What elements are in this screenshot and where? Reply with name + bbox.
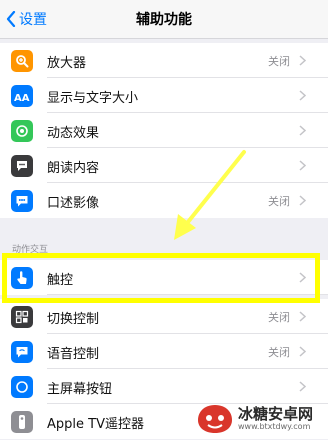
row-label: 放大器 (47, 56, 87, 71)
row-spoken-content[interactable]: 朗读内容 (0, 148, 328, 183)
touch-hand-icon (11, 267, 33, 289)
watermark-logo-icon (198, 405, 232, 433)
watermark-url: www.btxtdwy.com (238, 422, 311, 431)
row-value: 关闭 (268, 311, 290, 324)
row-value: 关闭 (268, 195, 290, 208)
switch-control-icon (11, 306, 33, 328)
section-header: 动作交互 (0, 218, 328, 258)
text-size-icon: AA (11, 85, 33, 107)
row-label: Apple TV遥控器 (47, 417, 144, 432)
chevron-right-icon (299, 381, 306, 392)
row-label: 触控 (47, 273, 74, 288)
chevron-right-icon (299, 195, 306, 206)
motion-icon (11, 120, 33, 142)
row-display-text-size[interactable]: AA 显示与文字大小 (0, 78, 328, 113)
row-value: 关闭 (268, 346, 290, 359)
row-value: 关闭 (268, 55, 290, 68)
chevron-right-icon (299, 160, 306, 171)
row-magnifier[interactable]: 放大器 关闭 (0, 43, 328, 78)
page-title: 辅助功能 (136, 12, 192, 28)
navigation-bar: 设置 辅助功能 (0, 0, 328, 39)
watermark-title: 冰糖安卓网 (238, 405, 314, 423)
speech-icon (11, 155, 33, 177)
row-divider (47, 294, 328, 295)
row-label: 显示与文字大小 (47, 91, 139, 106)
row-label: 口述影像 (47, 196, 100, 211)
row-label: 动态效果 (47, 126, 100, 141)
watermark: 冰糖安卓网 www.btxtdwy.com (196, 402, 313, 436)
row-label: 朗读内容 (47, 161, 100, 176)
chevron-right-icon (299, 55, 306, 66)
row-label: 切换控制 (47, 312, 100, 327)
remote-icon (11, 411, 33, 433)
row-audio-descriptions[interactable]: 口述影像 关闭 (0, 183, 328, 218)
section-header-label: 动作交互 (12, 245, 49, 255)
row-switch-control[interactable]: 切换控制 关闭 (0, 299, 328, 334)
row-label: 主屏幕按钮 (47, 382, 113, 397)
chevron-right-icon (299, 125, 306, 136)
home-button-icon (11, 376, 33, 398)
row-home-button[interactable]: 主屏幕按钮 (0, 369, 328, 404)
audio-description-icon (11, 190, 33, 212)
chevron-right-icon (299, 346, 306, 357)
svg-text:AA: AA (14, 93, 30, 102)
row-touch[interactable]: 触控 (0, 260, 328, 295)
magnifier-icon (11, 50, 33, 72)
row-motion[interactable]: 动态效果 (0, 113, 328, 148)
row-voice-control[interactable]: 语音控制 关闭 (0, 334, 328, 369)
row-label: 语音控制 (47, 347, 100, 362)
chevron-right-icon (299, 90, 306, 101)
voice-control-icon (11, 341, 33, 363)
chevron-right-icon (299, 272, 306, 283)
chevron-right-icon (299, 311, 306, 322)
